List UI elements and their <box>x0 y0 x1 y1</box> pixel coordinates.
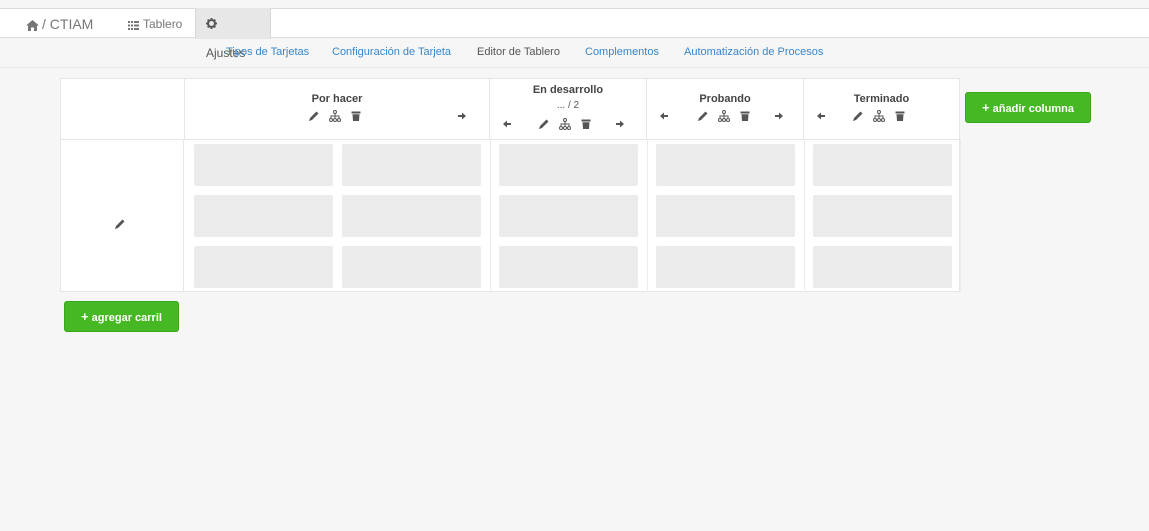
plus-icon: + <box>982 100 990 115</box>
hierarchy-icon[interactable] <box>559 118 571 130</box>
project-name[interactable]: / CTIAM <box>42 16 93 32</box>
column-title: Probando <box>699 93 751 105</box>
edit-icon[interactable] <box>852 110 864 122</box>
subnav-plugins[interactable]: Complementos <box>585 46 659 58</box>
column-header-terminado: Terminado <box>804 79 960 139</box>
column-title: Por hacer <box>311 93 363 105</box>
edit-icon[interactable] <box>538 118 550 130</box>
board-cell[interactable] <box>342 246 481 288</box>
hierarchy-icon[interactable] <box>329 110 341 122</box>
trash-icon[interactable] <box>739 110 751 122</box>
board-cell[interactable] <box>499 195 638 237</box>
board-cell[interactable] <box>194 144 333 186</box>
board-icon <box>128 21 139 30</box>
wip-limit: ... / 2 <box>556 100 580 111</box>
edit-icon[interactable] <box>308 110 320 122</box>
column-separator <box>960 140 961 292</box>
subnav-process-automation[interactable]: Automatización de Procesos <box>684 46 823 58</box>
board-cell[interactable] <box>499 246 638 288</box>
tab-settings[interactable]: Ajustes <box>195 8 271 60</box>
header-separator <box>61 139 961 140</box>
hierarchy-icon[interactable] <box>873 110 885 122</box>
trash-icon[interactable] <box>894 110 906 122</box>
hierarchy-icon[interactable] <box>718 110 730 122</box>
column-separator <box>647 140 648 292</box>
plus-icon: + <box>81 309 89 324</box>
gear-icon <box>206 18 217 29</box>
board-cell[interactable] <box>194 246 333 288</box>
board-cell[interactable] <box>813 195 952 237</box>
board-cell[interactable] <box>342 144 481 186</box>
board-cell[interactable] <box>656 195 795 237</box>
settings-subnav: Tipos de Tarjetas Configuración de Tarje… <box>0 46 1149 62</box>
column-header-probando: Probando <box>647 79 804 139</box>
add-lane-button[interactable]: + agregar carril <box>64 301 179 332</box>
trash-icon[interactable] <box>350 110 362 122</box>
column-separator <box>490 140 491 292</box>
breadcrumb[interactable]: / CTIAM <box>26 9 93 39</box>
move-right-icon[interactable] <box>774 111 784 121</box>
column-title: En desarrollo <box>532 84 604 96</box>
subnav-board-editor[interactable]: Editor de Tablero <box>477 46 560 58</box>
board-cell[interactable] <box>194 195 333 237</box>
board-cell[interactable] <box>499 144 638 186</box>
column-header-por-hacer: Por hacer <box>185 79 490 139</box>
board-cell[interactable] <box>656 246 795 288</box>
move-left-icon[interactable] <box>502 119 512 129</box>
board-editor-grid: Por hacer En desarrollo ... / 2 Probando <box>60 78 961 292</box>
subnav-divider <box>0 67 1149 68</box>
subnav-card-config[interactable]: Configuración de Tarjeta <box>332 46 451 58</box>
move-left-icon[interactable] <box>659 111 669 121</box>
add-column-label: añadir columna <box>992 103 1074 115</box>
tab-board[interactable]: Tablero <box>118 9 192 39</box>
board-cell[interactable] <box>342 195 481 237</box>
trash-icon[interactable] <box>580 118 592 130</box>
subnav-card-types[interactable]: Tipos de Tarjetas <box>226 46 309 58</box>
top-navbar: / CTIAM Tablero Ajustes <box>0 8 1149 60</box>
move-left-icon[interactable] <box>816 111 826 121</box>
tab-board-label: Tablero <box>143 17 183 31</box>
add-column-button[interactable]: + añadir columna <box>965 92 1091 123</box>
board-cell[interactable] <box>813 144 952 186</box>
add-lane-label: agregar carril <box>91 312 162 324</box>
column-separator <box>804 140 805 292</box>
home-icon[interactable] <box>26 20 39 31</box>
column-title: Terminado <box>853 93 910 105</box>
lane-header <box>61 140 184 292</box>
move-right-icon[interactable] <box>457 111 467 121</box>
column-header-en-desarrollo: En desarrollo ... / 2 <box>490 79 647 139</box>
board-cell[interactable] <box>813 246 952 288</box>
board-cell[interactable] <box>656 144 795 186</box>
edit-lane-icon[interactable] <box>114 218 126 230</box>
header-corner <box>61 79 185 139</box>
move-right-icon[interactable] <box>615 119 625 129</box>
edit-icon[interactable] <box>697 110 709 122</box>
